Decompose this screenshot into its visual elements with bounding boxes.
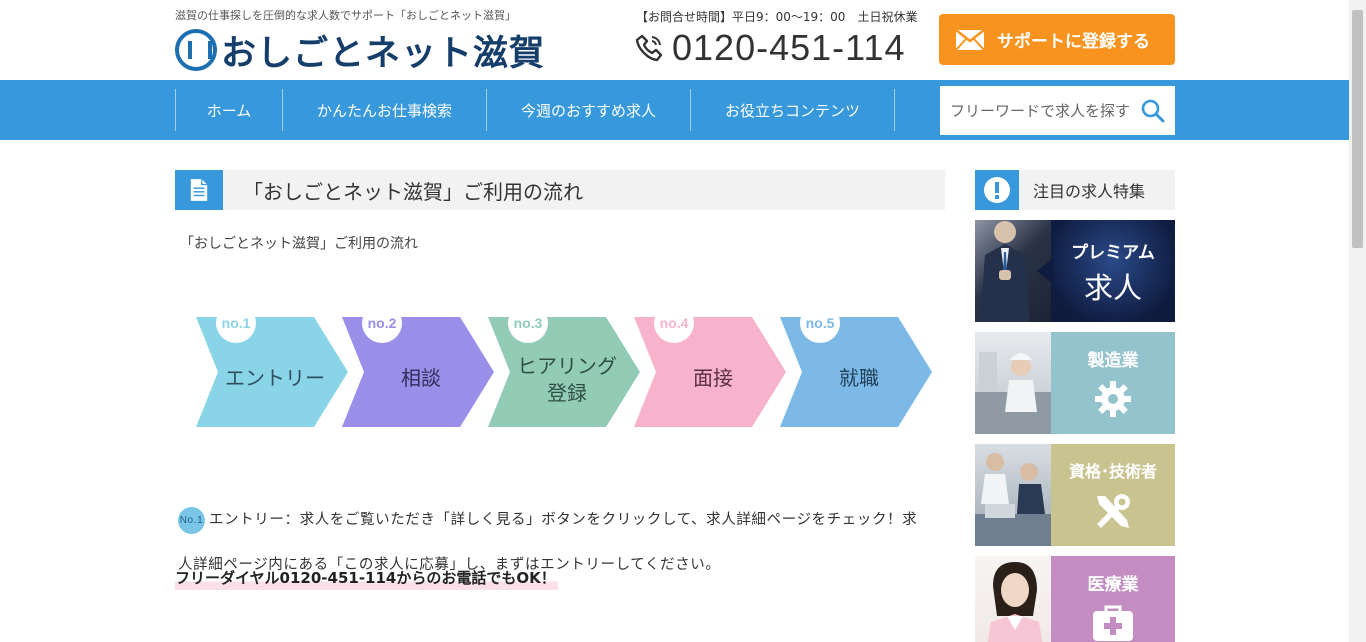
nurse-photo	[975, 556, 1053, 642]
manufacturing-panel: 製造業	[1051, 332, 1175, 434]
site-header: 滋賀の仕事探しを圧倒的な求人数でサポート「おしごとネット滋賀」 おしごとネット滋…	[0, 0, 1349, 80]
flow-step-4: no.4 面接	[634, 305, 786, 427]
banner-premium-label: プレミアム	[1071, 243, 1155, 263]
logo-mark-icon	[175, 29, 217, 71]
nav-item-job-search[interactable]: かんたんお仕事検索	[283, 89, 487, 131]
page-subtitle: 「おしごとネット滋賀」ご利用の流れ	[180, 236, 418, 252]
banner-premium-jobs[interactable]: プレミアム 求人	[975, 220, 1175, 322]
flow-step-number: no.5	[806, 315, 835, 331]
search-icon[interactable]	[1140, 98, 1166, 124]
premium-panel: プレミアム 求人	[1051, 220, 1175, 322]
flow-step-2: no.2 相談	[342, 305, 494, 427]
register-support-label: サポートに登録する	[997, 32, 1150, 52]
phone-number-block[interactable]: 0120-451-114	[634, 26, 906, 70]
usage-flow-diagram: no.1 エントリー no.2 相談 no.3 ヒアリング登録 no.4 面接 no.5 就職	[190, 305, 950, 435]
banner-manufacturing-label: 製造業	[1087, 351, 1139, 371]
flow-step-label: 登録	[547, 381, 587, 405]
phone-number: 0120-451-114	[672, 27, 906, 68]
freeword-search	[940, 86, 1175, 135]
freeword-search-input[interactable]	[940, 90, 1140, 131]
page-scrollbar[interactable]	[1349, 0, 1366, 642]
flow-step-1: no.1 エントリー	[196, 305, 348, 427]
logo-text: おしごとネット滋賀	[221, 33, 546, 74]
nav-menu: ホーム かんたんお仕事検索 今週のおすすめ求人 お役立ちコンテンツ	[175, 89, 895, 131]
flow-step-label: 就職	[839, 366, 879, 390]
phone-icon	[634, 33, 664, 63]
banner-premium-label-2: 求人	[1083, 271, 1142, 305]
featured-jobs-heading: 注目の求人特集	[975, 170, 1175, 210]
banner-pointer-icon	[1037, 258, 1053, 284]
flow-step-number: no.3	[514, 315, 543, 331]
medical-bag-icon	[1091, 603, 1135, 642]
featured-jobs-title: 注目の求人特集	[1033, 182, 1146, 201]
page-title-bar: 「おしごとネット滋賀」ご利用の流れ	[175, 170, 945, 210]
flow-step-label: エントリー	[225, 366, 325, 390]
technicians-photo	[975, 444, 1053, 546]
flow-step-label: ヒアリング	[517, 354, 617, 378]
flow-step-3: no.3 ヒアリング登録	[488, 305, 640, 427]
flow-step-5: no.5 就職	[780, 305, 932, 427]
nav-item-home[interactable]: ホーム	[176, 89, 283, 131]
document-icon	[175, 170, 223, 210]
site-tagline: 滋賀の仕事探しを圧倒的な求人数でサポート「おしごとネット滋賀」	[175, 9, 516, 22]
register-support-button[interactable]: サポートに登録する	[939, 14, 1175, 65]
exclamation-icon	[975, 170, 1019, 210]
tools-icon	[1091, 490, 1135, 534]
banner-manufacturing[interactable]: 製造業	[975, 332, 1175, 434]
technicians-panel: 資格･技術者	[1051, 444, 1175, 546]
envelope-icon	[955, 28, 985, 51]
step-number-badge: No.1	[178, 506, 205, 534]
banner-medical[interactable]: 医療業	[975, 556, 1175, 642]
flow-step-number: no.1	[222, 315, 251, 331]
nav-item-useful-content[interactable]: お役立ちコンテンツ	[691, 89, 895, 131]
banner-technicians-label: 資格･技術者	[1068, 462, 1157, 481]
flow-step-label: 面接	[693, 366, 733, 390]
factory-worker-photo	[975, 332, 1053, 434]
global-nav: ホーム かんたんお仕事検索 今週のおすすめ求人 お役立ちコンテンツ	[0, 80, 1349, 140]
medical-panel: 医療業	[1051, 556, 1175, 642]
free-dial-note: フリーダイヤル0120-451-114からのお電話でもOK！	[175, 567, 558, 590]
flow-step-label: 相談	[401, 366, 441, 390]
banner-medical-label: 医療業	[1087, 575, 1139, 595]
nav-item-recommended-jobs[interactable]: 今週のおすすめ求人	[487, 89, 691, 131]
scrollbar-thumb[interactable]	[1352, 10, 1363, 248]
banner-qualified-technicians[interactable]: 資格･技術者	[975, 444, 1175, 546]
gear-icon	[1093, 379, 1133, 419]
page-title: 「おしごとネット滋賀」ご利用の流れ	[243, 179, 583, 204]
flow-step-number: no.2	[368, 315, 397, 331]
flow-step-number: no.4	[660, 315, 689, 331]
site-logo[interactable]: おしごとネット滋賀	[175, 26, 545, 74]
step-description-text: エントリー：求人をご覧いただき「詳しく見る」ボタンをクリックして、求人詳細ページ…	[178, 512, 918, 573]
contact-hours: 【お問合せ時間】平日9：00〜19：00 土日祝休業	[636, 10, 918, 24]
